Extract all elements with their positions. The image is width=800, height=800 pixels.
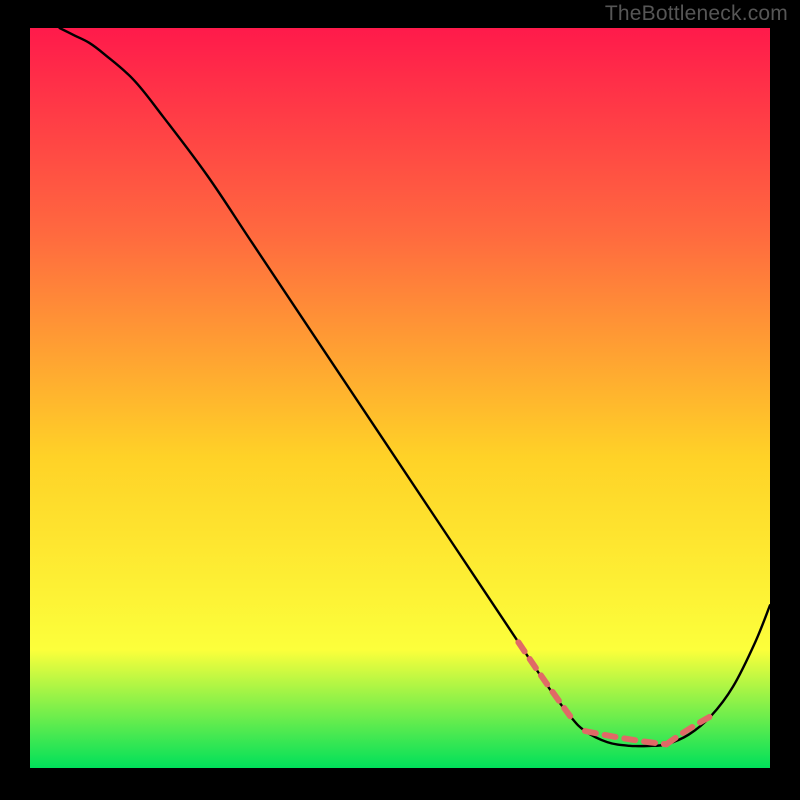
bottleneck-chart <box>30 28 770 768</box>
gradient-background <box>30 28 770 768</box>
chart-frame: TheBottleneck.com <box>0 0 800 800</box>
watermark-text: TheBottleneck.com <box>605 2 788 26</box>
